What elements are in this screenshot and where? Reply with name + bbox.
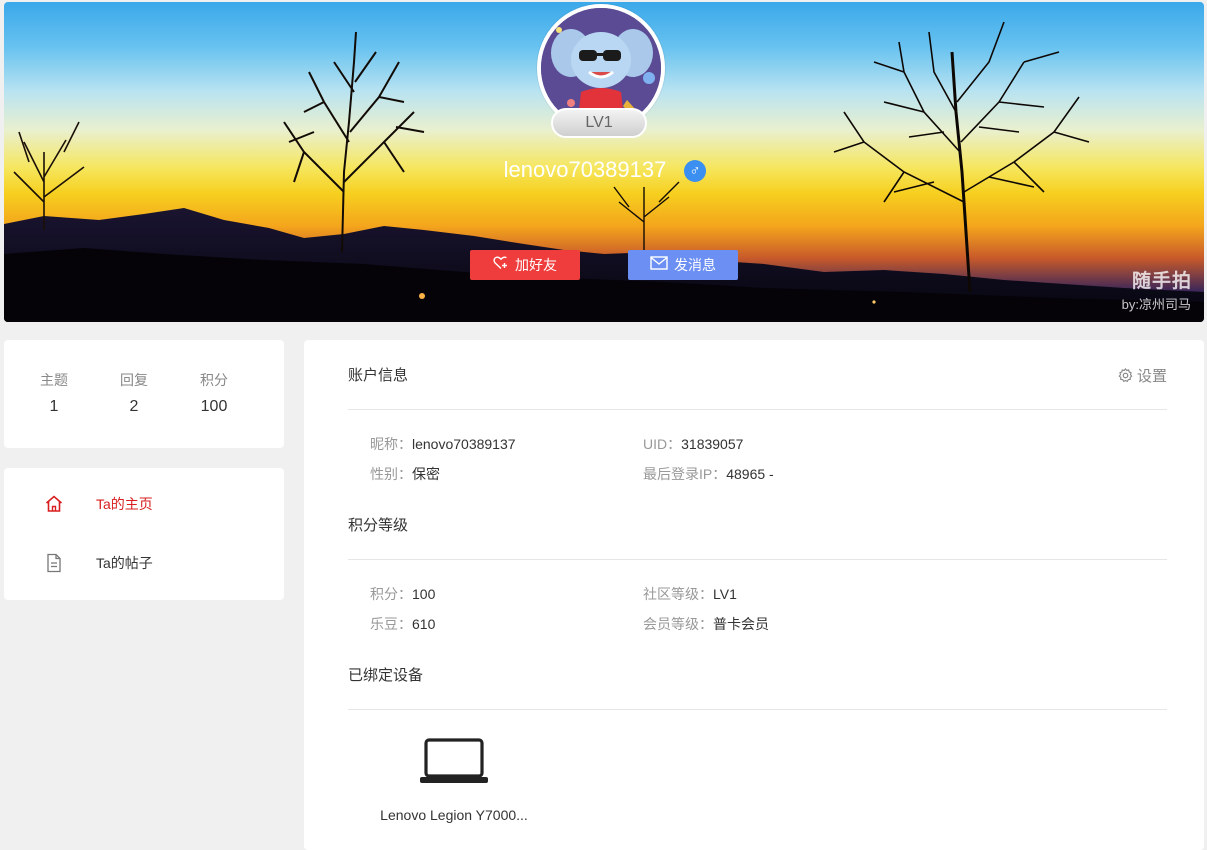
field-gender: 性别：保密 — [370, 464, 440, 484]
section-title-devices: 已绑定设备 — [348, 667, 424, 684]
add-friend-button[interactable]: 加好友 — [470, 250, 580, 280]
home-icon — [44, 494, 64, 514]
envelope-icon — [650, 250, 668, 280]
heart-plus-icon — [493, 250, 509, 280]
settings-button[interactable]: 设置 — [1118, 367, 1167, 387]
watermark-title: 随手拍 — [1131, 271, 1192, 292]
field-value: lenovo70389137 — [412, 436, 516, 452]
stat-value: 2 — [129, 398, 139, 415]
bound-device-item[interactable]: Lenovo Legion Y7000... — [364, 738, 544, 823]
field-label: UID： — [643, 436, 682, 452]
device-name: Lenovo Legion Y7000... — [380, 807, 528, 823]
field-beans: 乐豆：610 — [370, 614, 435, 634]
field-label: 乐豆： — [370, 616, 412, 632]
field-value: 31839057 — [681, 436, 744, 452]
laptop-icon — [420, 738, 488, 783]
stat-label: 积分 — [200, 372, 228, 388]
add-friend-label: 加好友 — [515, 257, 557, 273]
nav-item-home[interactable]: Ta的主页 — [4, 484, 284, 524]
field-community-level: 社区等级：LV1 — [643, 584, 737, 604]
stat-label: 回复 — [120, 372, 148, 388]
nav-item-label: Ta的主页 — [96, 496, 153, 512]
stat-value: 1 — [49, 398, 59, 415]
field-nickname: 昵称：lenovo70389137 — [370, 434, 516, 454]
field-label: 性别： — [370, 466, 412, 482]
field-uid: UID：31839057 — [643, 434, 743, 454]
divider — [348, 709, 1167, 710]
document-icon — [44, 553, 64, 573]
field-label: 社区等级： — [643, 586, 713, 602]
nav-item-label: Ta的帖子 — [96, 555, 153, 571]
send-message-label: 发消息 — [674, 257, 716, 273]
level-badge: LV1 — [551, 108, 647, 138]
field-value: 100 — [412, 586, 436, 602]
send-message-button[interactable]: 发消息 — [628, 250, 738, 280]
divider — [348, 559, 1167, 560]
profile-details-panel: 账户信息 设置 昵称：lenovo70389137 UID：31839057 性… — [304, 340, 1204, 850]
user-stats-card: 主题 1 回复 2 积分 100 — [4, 340, 284, 448]
profile-username: lenovo70389137 — [503, 157, 667, 182]
field-label: 积分： — [370, 586, 412, 602]
stat-value: 100 — [200, 398, 228, 415]
gender-male-icon: ♂ — [684, 160, 706, 182]
field-member-level: 会员等级：普卡会员 — [643, 614, 769, 634]
field-value: 保密 — [412, 466, 440, 482]
field-value: 610 — [412, 616, 436, 632]
divider — [348, 409, 1167, 410]
field-points: 积分：100 — [370, 584, 435, 604]
field-value: LV1 — [713, 586, 737, 602]
stat-topics: 主题 1 — [24, 372, 84, 416]
settings-label: 设置 — [1136, 368, 1167, 385]
watermark-credit: by:凉州司马 — [1121, 297, 1191, 312]
nav-item-posts[interactable]: Ta的帖子 — [4, 543, 284, 583]
field-label: 最后登录IP： — [643, 466, 727, 482]
field-label: 昵称： — [370, 436, 412, 452]
field-value: 48965 - — [726, 466, 774, 482]
field-value: 普卡会员 — [713, 616, 769, 632]
stat-label: 主题 — [40, 372, 68, 388]
field-last-login-ip: 最后登录IP：48965 - — [643, 464, 774, 484]
stat-replies: 回复 2 — [104, 372, 164, 416]
gear-icon — [1118, 367, 1133, 382]
section-title-account: 账户信息 — [348, 367, 409, 384]
section-title-points: 积分等级 — [348, 517, 409, 534]
profile-nav: Ta的主页 Ta的帖子 — [4, 468, 284, 600]
field-label: 会员等级： — [643, 616, 713, 632]
stat-points: 积分 100 — [184, 372, 244, 416]
